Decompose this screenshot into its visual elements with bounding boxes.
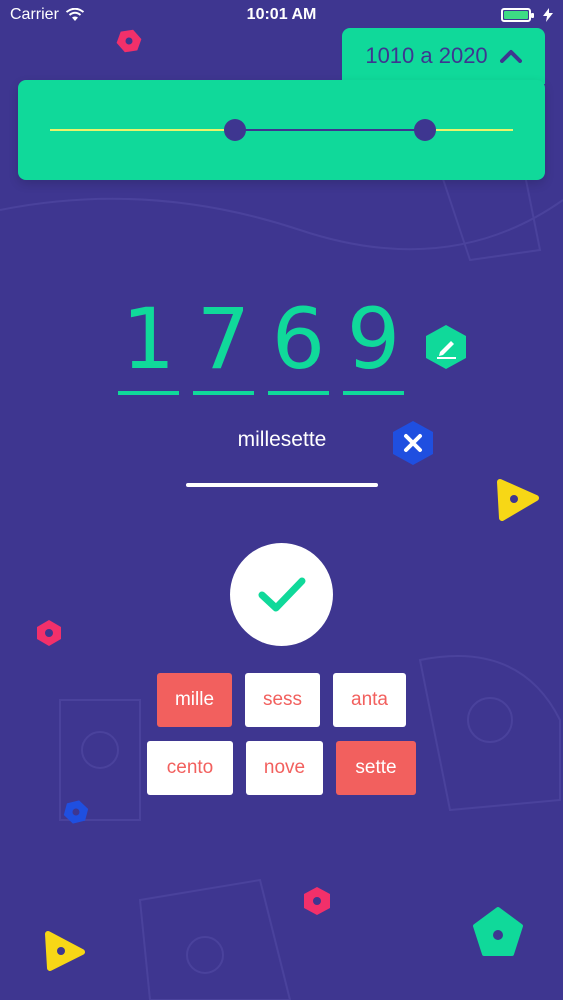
answer-text: millesette <box>237 428 327 451</box>
charging-bolt-icon <box>543 8 553 22</box>
tile-sess[interactable]: sess <box>245 673 320 727</box>
tiles-row-1: mille sess anta <box>157 673 406 727</box>
wifi-icon <box>65 8 84 21</box>
range-label: 1010 a 2020 <box>365 43 488 68</box>
digit-units[interactable]: 9 <box>343 295 404 395</box>
yellow-triangle-decoration <box>45 931 85 971</box>
carrier-label: Carrier <box>10 6 59 23</box>
range-toggle-button[interactable]: 1010 a 2020 <box>342 28 545 84</box>
tiles-row-2: cento nove sette <box>147 741 416 795</box>
pink-hexagon-decoration <box>304 887 330 915</box>
range-slider-low-thumb[interactable] <box>224 119 247 141</box>
check-icon <box>258 577 305 611</box>
tile-sette[interactable]: sette <box>336 741 416 795</box>
number-display: 1 7 6 9 <box>118 295 408 395</box>
answer-underline <box>186 483 378 487</box>
pencil-icon <box>426 325 466 369</box>
digit-thousands[interactable]: 1 <box>118 295 179 395</box>
digit-tens[interactable]: 6 <box>268 295 329 395</box>
battery-icon <box>501 8 534 22</box>
yellow-triangle-decoration <box>497 479 539 521</box>
edit-number-button[interactable] <box>422 323 470 371</box>
submit-answer-button[interactable] <box>230 543 333 646</box>
tile-anta[interactable]: anta <box>333 673 406 727</box>
clear-answer-button[interactable] <box>389 419 437 467</box>
chevron-up-icon <box>499 50 522 63</box>
range-slider-panel <box>18 80 545 180</box>
status-left: Carrier <box>10 6 85 24</box>
close-icon <box>393 421 433 465</box>
tile-nove[interactable]: nove <box>246 741 323 795</box>
tile-mille[interactable]: mille <box>157 673 232 727</box>
digit-hundreds[interactable]: 7 <box>193 295 254 395</box>
pink-hexagon-decoration <box>37 620 61 646</box>
pink-hexagon-decoration <box>116 29 142 53</box>
range-slider-high-thumb[interactable] <box>414 119 437 141</box>
green-pentagon-decoration <box>473 907 523 956</box>
status-right <box>501 8 553 22</box>
blue-hexagon-decoration <box>63 800 89 824</box>
range-slider-selection <box>235 129 426 131</box>
tile-cento[interactable]: cento <box>147 741 233 795</box>
status-bar: Carrier 10:01 AM <box>0 0 563 30</box>
